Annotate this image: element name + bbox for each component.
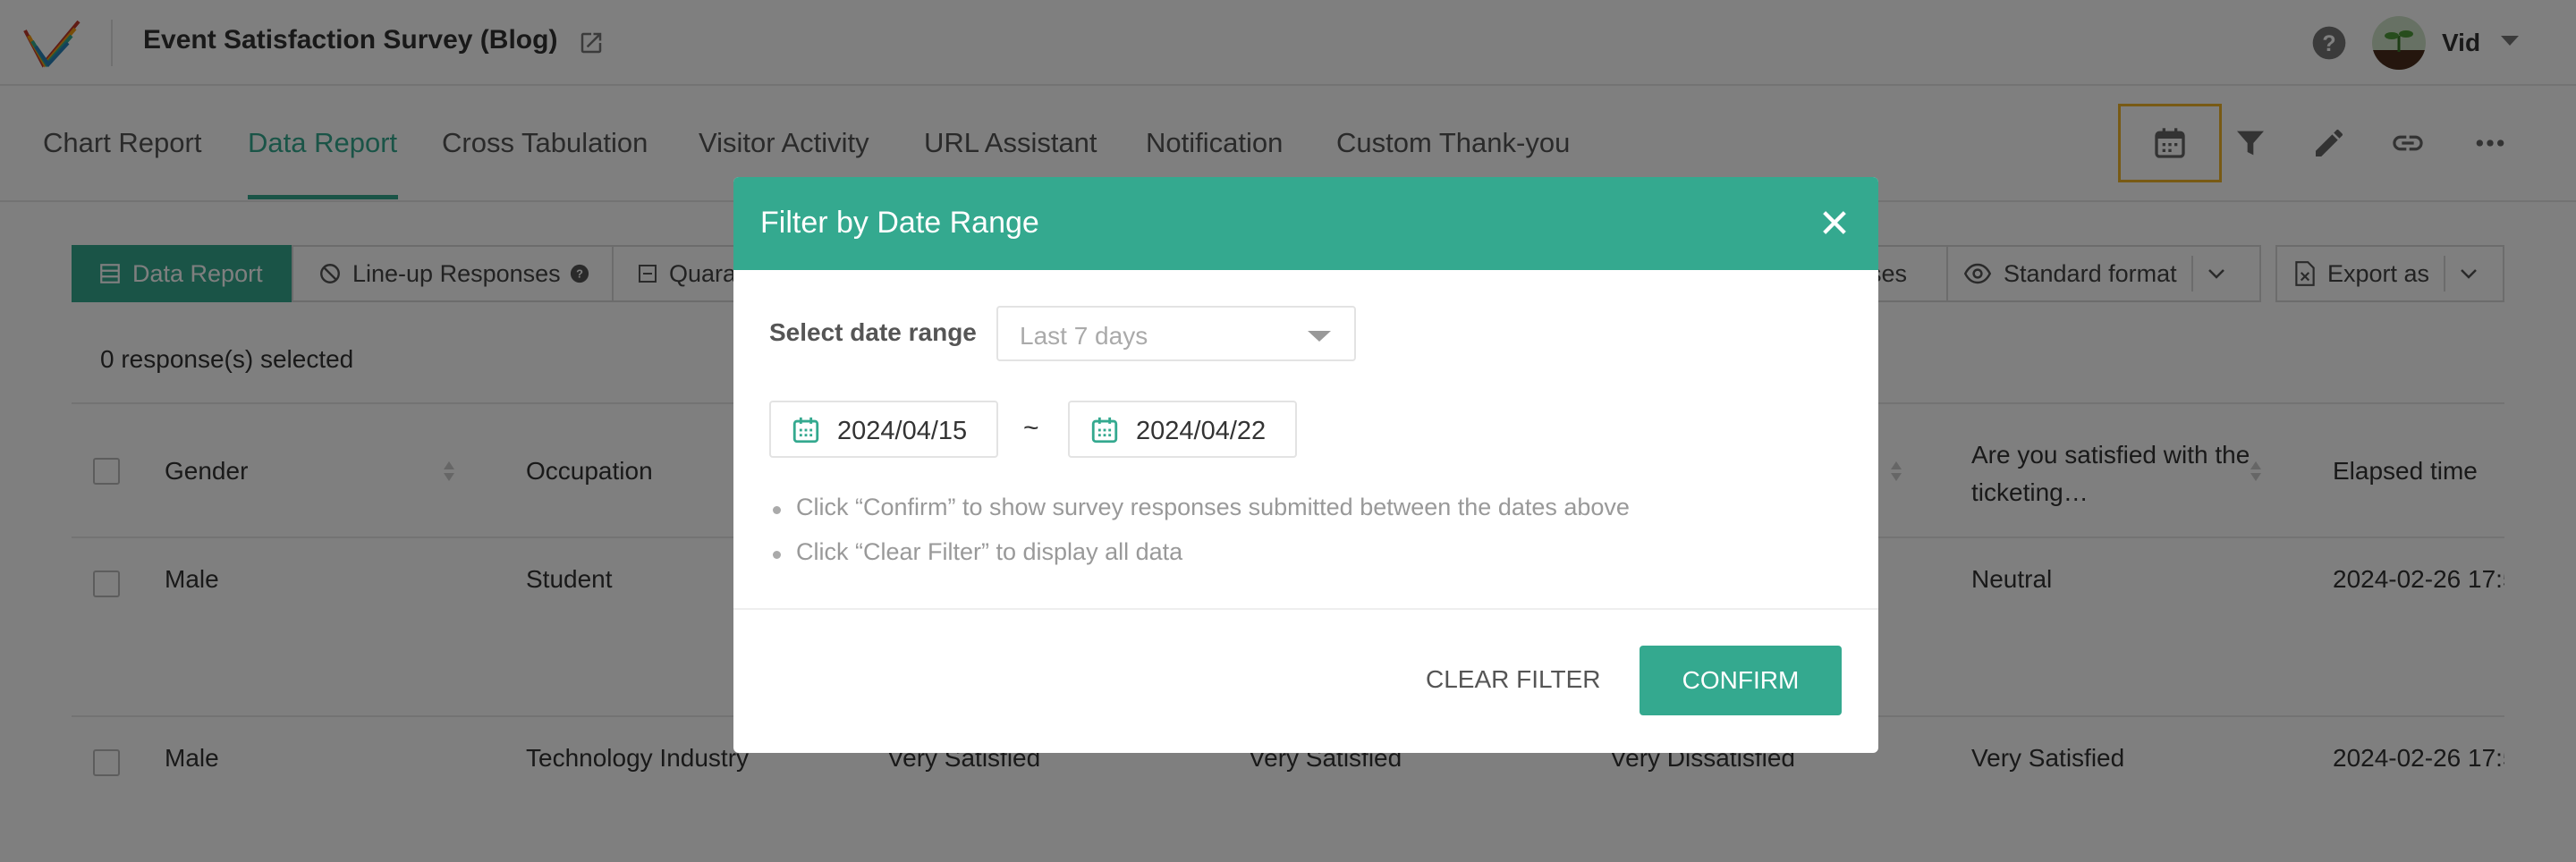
close-icon[interactable] — [1819, 207, 1850, 238]
caret-down-icon — [1308, 331, 1331, 342]
bullet — [773, 506, 781, 514]
end-date-input[interactable]: 2024/04/22 — [1068, 401, 1297, 458]
modal-title: Filter by Date Range — [760, 206, 1039, 240]
calendar-icon — [792, 417, 819, 444]
date-range-modal: Filter by Date Range Select date range L… — [733, 177, 1878, 753]
date-separator: ~ — [1023, 413, 1039, 443]
hint-confirm: Click “Confirm” to show survey responses… — [796, 494, 1630, 520]
calendar-icon — [1091, 417, 1118, 444]
date-range-label: Select date range — [769, 318, 977, 346]
date-range-select[interactable]: Last 7 days — [996, 306, 1356, 361]
end-date-value: 2024/04/22 — [1136, 417, 1267, 445]
hint-clear-filter: Click “Clear Filter” to display all data — [796, 538, 1183, 565]
clear-filter-button[interactable]: CLEAR FILTER — [1426, 665, 1601, 694]
modal-header: Filter by Date Range — [733, 177, 1878, 270]
confirm-button[interactable]: CONFIRM — [1640, 646, 1842, 715]
start-date-input[interactable]: 2024/04/15 — [769, 401, 998, 458]
start-date-value: 2024/04/15 — [837, 417, 968, 445]
date-range-value: Last 7 days — [1020, 322, 1148, 350]
bullet — [773, 551, 781, 559]
modal-footer-divider — [733, 608, 1878, 610]
